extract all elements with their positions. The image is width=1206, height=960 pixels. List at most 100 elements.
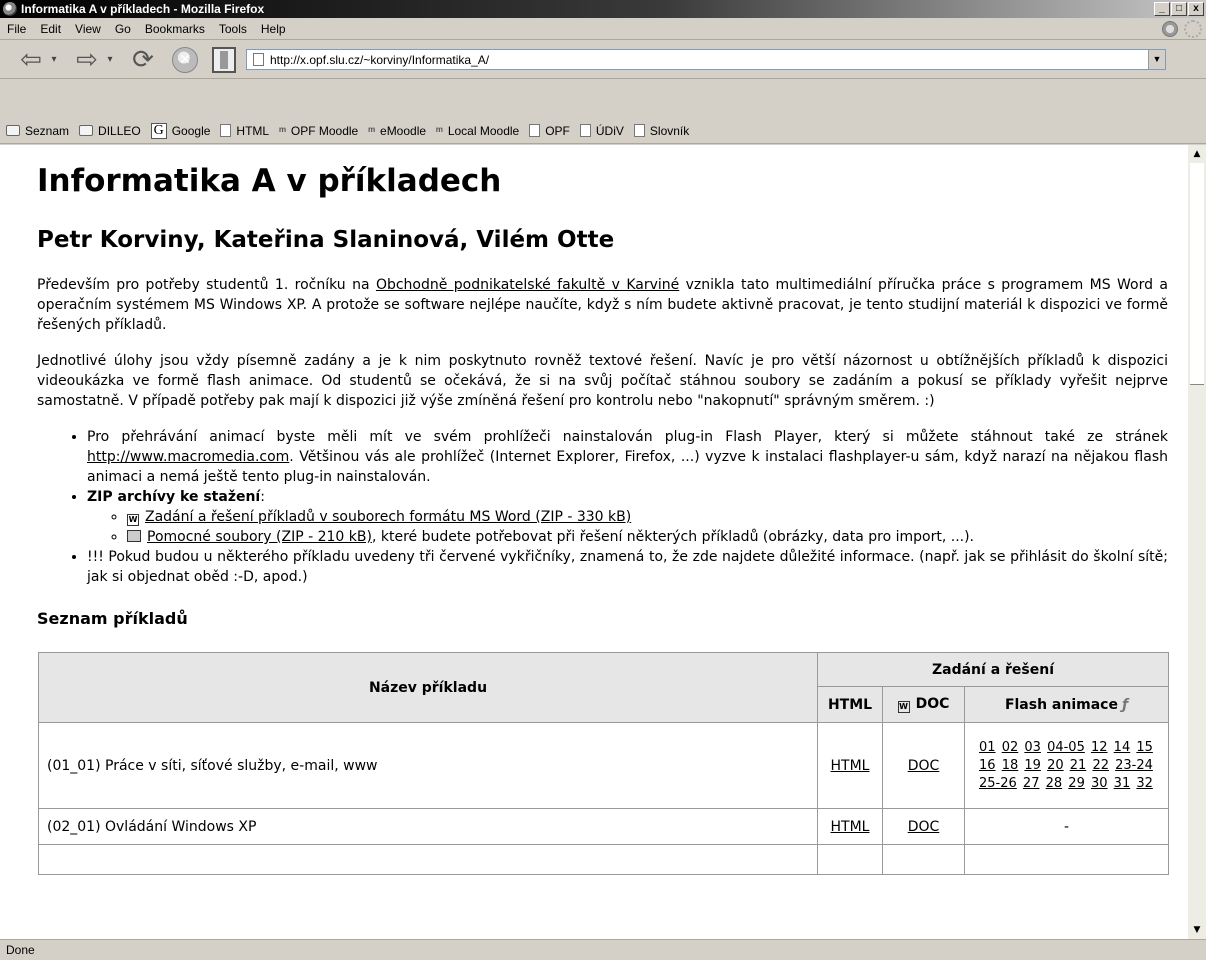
- zip-word-link[interactable]: Zadání a řešení příkladů v souborech for…: [145, 509, 631, 525]
- forward-button[interactable]: ⇨: [70, 44, 104, 75]
- flash-link[interactable]: 18: [1002, 758, 1019, 773]
- flash-link[interactable]: 27: [1023, 776, 1040, 791]
- menu-help[interactable]: Help: [254, 22, 293, 36]
- bookmark-dilleo[interactable]: DILLEO: [79, 124, 141, 138]
- url-input[interactable]: http://x.opf.slu.cz/~korviny/Informatika…: [270, 53, 1148, 67]
- example-name: (01_01) Práce v síti, síťové služby, e-m…: [38, 722, 818, 809]
- scrollbar-thumb[interactable]: [1190, 163, 1204, 385]
- back-arrow-icon: ⇦: [20, 44, 42, 75]
- doc-link[interactable]: DOC: [908, 758, 940, 774]
- macromedia-link[interactable]: http://www.macromedia.com: [87, 449, 289, 465]
- zip-files-link[interactable]: Pomocné soubory (ZIP - 210 kB): [147, 529, 372, 545]
- maximize-button[interactable]: □: [1171, 2, 1187, 16]
- list-item: Pomocné soubory (ZIP - 210 kB), které bu…: [127, 527, 1168, 547]
- throbber-icon: [1184, 19, 1202, 38]
- computer-icon: [127, 530, 141, 542]
- flash-link[interactable]: 12: [1091, 740, 1108, 755]
- flash-link[interactable]: 16: [979, 758, 996, 773]
- moodle-icon: ᵐ: [279, 123, 286, 138]
- back-button[interactable]: ⇦: [14, 44, 48, 75]
- table-row: (02_01) Ovládání Windows XP HTML DOC -: [38, 808, 1169, 845]
- back-history-dropdown[interactable]: ▾: [48, 46, 60, 74]
- faculty-link[interactable]: Obchodně podnikatelské fakultě v Karviné: [376, 277, 679, 293]
- bookmark-opf-moodle[interactable]: ᵐ OPF Moodle: [279, 124, 358, 138]
- address-bar[interactable]: http://x.opf.slu.cz/~korviny/Informatika…: [246, 49, 1166, 70]
- vertical-scrollbar[interactable]: ▲ ▼: [1188, 145, 1206, 939]
- flash-link[interactable]: 04-05: [1047, 740, 1085, 755]
- page-viewport: Informatika A v příkladech Petr Korviny,…: [0, 145, 1188, 939]
- word-doc-icon: W: [897, 701, 910, 713]
- bookmark-udiv[interactable]: ÚDiV: [579, 124, 624, 138]
- example-name: (02_01) Ovládání Windows XP: [38, 808, 818, 845]
- menu-view[interactable]: View: [68, 22, 108, 36]
- status-bar: Done: [0, 939, 1206, 960]
- bookmark-html[interactable]: HTML: [220, 124, 269, 138]
- flash-link[interactable]: 30: [1091, 776, 1108, 791]
- flash-link[interactable]: 32: [1136, 776, 1153, 791]
- menu-edit[interactable]: Edit: [33, 22, 68, 36]
- flash-link[interactable]: 15: [1136, 740, 1153, 755]
- html-link[interactable]: HTML: [831, 758, 870, 774]
- minimize-button[interactable]: _: [1154, 2, 1170, 16]
- flash-link[interactable]: 25-26: [979, 776, 1017, 791]
- bookmark-google[interactable]: G Google: [150, 122, 210, 139]
- bookmark-slovnik[interactable]: Slovník: [633, 124, 689, 138]
- flash-link[interactable]: 19: [1024, 758, 1041, 773]
- page-icon: [579, 124, 591, 137]
- firefox-icon: [3, 2, 17, 16]
- flash-link[interactable]: 22: [1092, 758, 1109, 773]
- menu-file[interactable]: File: [0, 22, 33, 36]
- go-icon: [1162, 20, 1178, 37]
- zip-list: W Zadání a řešení příkladů v souborech fo…: [87, 507, 1168, 547]
- flash-link[interactable]: 28: [1046, 776, 1063, 791]
- bookmark-opf[interactable]: OPF: [529, 124, 570, 138]
- flash-link[interactable]: 31: [1114, 776, 1131, 791]
- flash-link[interactable]: 20: [1047, 758, 1064, 773]
- info-list: Pro přehrávání animací byste měli mít ve…: [37, 427, 1168, 587]
- examples-table: Název příkladu Zadání a řešení HTML W DOC…: [38, 652, 1169, 875]
- description-paragraph: Jednotlivé úlohy jsou vždy písemně zadán…: [37, 353, 1168, 409]
- menu-go[interactable]: Go: [108, 22, 138, 36]
- forward-arrow-icon: ⇨: [76, 44, 98, 75]
- scroll-up-arrow-icon[interactable]: ▲: [1188, 145, 1206, 163]
- reload-button[interactable]: ⟳: [126, 45, 160, 75]
- column-group-header: Zadání a řešení: [817, 652, 1169, 687]
- word-doc-icon: W: [127, 514, 139, 526]
- flash-icon: ƒ: [1121, 696, 1129, 713]
- authors-heading: Petr Korviny, Kateřina Slaninová, Vilém …: [37, 227, 615, 253]
- stop-button[interactable]: ✕: [172, 46, 198, 73]
- flash-link[interactable]: 29: [1068, 776, 1085, 791]
- menu-bookmarks[interactable]: Bookmarks: [138, 22, 212, 36]
- bookmark-seznam[interactable]: Seznam: [6, 124, 69, 138]
- close-button[interactable]: x: [1188, 2, 1204, 16]
- flash-link[interactable]: 23-24: [1115, 758, 1153, 773]
- page-icon: [633, 124, 645, 137]
- flash-link[interactable]: 01: [979, 740, 996, 755]
- doc-link[interactable]: DOC: [908, 819, 940, 835]
- moodle-icon: ᵐ: [436, 123, 443, 138]
- navigation-toolbar: ⇦ ▾ ⇨ ▾ ⟳ ✕ http://x.opf.slu.cz/~korviny…: [0, 41, 1206, 79]
- scroll-down-arrow-icon[interactable]: ▼: [1188, 921, 1206, 939]
- flash-link[interactable]: 03: [1024, 740, 1041, 755]
- table-row: [38, 844, 1169, 875]
- forward-history-dropdown[interactable]: ▾: [104, 46, 116, 74]
- url-dropdown-button[interactable]: ▼: [1148, 50, 1165, 69]
- list-item: Pro přehrávání animací byste měli mít ve…: [87, 427, 1168, 487]
- folder-icon: [6, 125, 20, 136]
- page-icon: [529, 124, 541, 137]
- folder-icon: [79, 125, 94, 136]
- bookmark-local-moodle[interactable]: ᵐ Local Moodle: [436, 124, 519, 138]
- list-item: !!! Pokud budou u některého příkladu uve…: [87, 547, 1168, 587]
- google-icon: G: [150, 122, 167, 139]
- menu-tools[interactable]: Tools: [212, 22, 254, 36]
- bookmarks-toolbar: Seznam DILLEO G Google HTML ᵐ OPF Moodle ᵐ…: [0, 118, 1206, 144]
- flash-link[interactable]: 21: [1070, 758, 1087, 773]
- intro-paragraph: Především pro potřeby studentů 1. ročník…: [37, 277, 1168, 333]
- html-link[interactable]: HTML: [831, 819, 870, 835]
- column-header-name: Název příkladu: [38, 652, 818, 723]
- flash-link[interactable]: 02: [1002, 740, 1019, 755]
- home-button[interactable]: [212, 46, 236, 73]
- page-icon: [220, 124, 232, 137]
- flash-link[interactable]: 14: [1114, 740, 1131, 755]
- bookmark-emoodle[interactable]: ᵐ eMoodle: [368, 124, 426, 138]
